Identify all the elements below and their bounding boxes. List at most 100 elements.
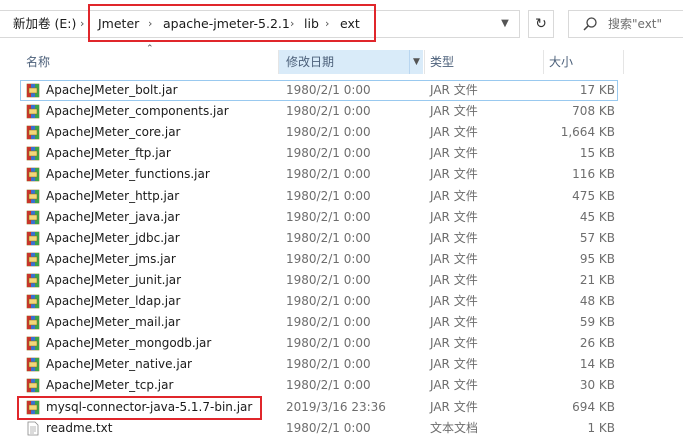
file-name[interactable]: readme.txt xyxy=(46,418,112,439)
file-size: 21 KB xyxy=(579,272,615,287)
file-type: JAR 文件 xyxy=(430,125,478,140)
file-type: JAR 文件 xyxy=(430,167,478,182)
file-row[interactable]: ApacheJMeter_jdbc.jar 1980/2/1 0:00 JAR 文件… xyxy=(0,228,683,249)
file-row[interactable]: ApacheJMeter_bolt.jar 1980/2/1 0:00 JAR 文件… xyxy=(0,80,683,101)
jar-icon xyxy=(26,104,40,119)
file-size: 694 KB xyxy=(572,399,615,414)
file-row[interactable]: ApacheJMeter_ftp.jar 1980/2/1 0:00 JAR 文件 1… xyxy=(0,143,683,164)
jar-icon xyxy=(26,83,40,98)
file-row[interactable]: ApacheJMeter_mail.jar 1980/2/1 0:00 JAR 文件… xyxy=(0,312,683,333)
file-size: 48 KB xyxy=(579,294,615,308)
file-type: JAR 文件 xyxy=(430,399,478,414)
file-size: 95 KB xyxy=(579,251,615,266)
file-name[interactable]: ApacheJMeter_core.jar xyxy=(46,122,181,143)
file-date: 1980/2/1 0:00 xyxy=(286,357,371,372)
file-size: 45 KB xyxy=(579,209,615,224)
file-date: 1980/2/1 0:00 xyxy=(286,420,371,435)
column-divider[interactable] xyxy=(424,50,425,74)
file-type: JAR 文件 xyxy=(430,336,478,351)
file-date: 1980/2/1 0:00 xyxy=(286,209,371,224)
chevron-down-icon[interactable]: ▼ xyxy=(497,16,513,32)
column-header-size[interactable]: 大小 xyxy=(549,50,573,74)
file-type: JAR 文件 xyxy=(430,209,478,224)
file-name[interactable]: ApacheJMeter_mail.jar xyxy=(46,312,180,333)
file-row[interactable]: readme.txt 1980/2/1 0:00 文本文档 1 KB xyxy=(0,418,683,439)
file-date: 2019/3/16 23:36 xyxy=(286,399,386,414)
file-date: 1980/2/1 0:00 xyxy=(286,83,371,97)
file-size: 30 KB xyxy=(579,378,615,393)
jar-icon xyxy=(26,315,40,330)
annotation-highlight-mysql-jar xyxy=(17,396,262,420)
file-name[interactable]: ApacheJMeter_native.jar xyxy=(46,354,192,375)
file-date: 1980/2/1 0:00 xyxy=(286,378,371,393)
file-row[interactable]: ApacheJMeter_mongodb.jar 1980/2/1 0:00 JAR… xyxy=(0,333,683,354)
refresh-icon[interactable]: ↻ xyxy=(528,10,554,38)
file-date: 1980/2/1 0:00 xyxy=(286,125,371,140)
jar-icon xyxy=(26,357,40,372)
file-name[interactable]: ApacheJMeter_ldap.jar xyxy=(46,291,180,312)
chevron-down-icon[interactable]: ▼ xyxy=(409,50,423,74)
column-header-type[interactable]: 类型 xyxy=(430,50,454,74)
file-size: 14 KB xyxy=(579,357,615,372)
breadcrumb-drive[interactable]: 新加卷 (E:) xyxy=(13,16,76,32)
search-icon xyxy=(583,17,597,31)
file-type: JAR 文件 xyxy=(430,104,478,119)
column-divider[interactable] xyxy=(543,50,544,74)
search-placeholder: 搜索"ext" xyxy=(608,17,663,31)
file-size: 57 KB xyxy=(579,230,615,245)
file-date: 1980/2/1 0:00 xyxy=(286,104,371,119)
file-name[interactable]: ApacheJMeter_java.jar xyxy=(46,207,180,228)
file-row[interactable]: ApacheJMeter_tcp.jar 1980/2/1 0:00 JAR 文件 3… xyxy=(0,375,683,396)
file-size: 17 KB xyxy=(579,83,615,97)
file-date: 1980/2/1 0:00 xyxy=(286,188,371,203)
address-bar-row: 新加卷 (E:) › Jmeter › apache-jmeter-5.2.1 … xyxy=(0,0,683,48)
file-name[interactable]: ApacheJMeter_bolt.jar xyxy=(46,80,178,101)
column-header-name[interactable]: 名称 xyxy=(26,50,50,74)
file-name[interactable]: ApacheJMeter_http.jar xyxy=(46,186,179,207)
file-date: 1980/2/1 0:00 xyxy=(286,251,371,266)
file-size: 475 KB xyxy=(572,188,615,203)
jar-icon xyxy=(26,125,40,140)
file-name[interactable]: ApacheJMeter_ftp.jar xyxy=(46,143,171,164)
jar-icon xyxy=(26,231,40,246)
file-type: 文本文档 xyxy=(430,420,479,435)
file-name[interactable]: ApacheJMeter_jms.jar xyxy=(46,249,176,270)
file-row[interactable]: ApacheJMeter_junit.jar 1980/2/1 0:00 JAR 文… xyxy=(0,270,683,291)
file-type: JAR 文件 xyxy=(430,146,478,161)
file-type: JAR 文件 xyxy=(430,357,478,372)
jar-icon xyxy=(26,378,40,393)
column-header-date[interactable]: 修改日期 xyxy=(286,50,334,74)
file-row[interactable]: ApacheJMeter_components.jar 1980/2/1 0:00… xyxy=(0,101,683,122)
file-name[interactable]: ApacheJMeter_jdbc.jar xyxy=(46,228,180,249)
file-type: JAR 文件 xyxy=(430,378,478,393)
file-date: 1980/2/1 0:00 xyxy=(286,336,371,351)
file-row[interactable]: ApacheJMeter_http.jar 1980/2/1 0:00 JAR 文件… xyxy=(0,186,683,207)
breadcrumb-separator-icon[interactable]: › xyxy=(80,16,84,32)
file-type: JAR 文件 xyxy=(430,251,478,266)
file-row[interactable]: ApacheJMeter_core.jar 1980/2/1 0:00 JAR 文件… xyxy=(0,122,683,143)
file-row[interactable]: ApacheJMeter_functions.jar 1980/2/1 0:00 J… xyxy=(0,164,683,185)
file-date: 1980/2/1 0:00 xyxy=(286,294,371,308)
file-row[interactable]: ApacheJMeter_native.jar 1980/2/1 0:00 JAR … xyxy=(0,354,683,375)
annotation-highlight-path xyxy=(88,4,376,42)
jar-icon xyxy=(26,189,40,204)
file-date: 1980/2/1 0:00 xyxy=(286,146,371,161)
file-name[interactable]: ApacheJMeter_junit.jar xyxy=(46,270,181,291)
text-file-icon xyxy=(26,421,40,436)
file-name[interactable]: ApacheJMeter_functions.jar xyxy=(46,164,210,185)
file-size: 59 KB xyxy=(579,315,615,330)
file-name[interactable]: ApacheJMeter_mongodb.jar xyxy=(46,333,211,354)
file-type: JAR 文件 xyxy=(430,272,478,287)
column-divider[interactable] xyxy=(623,50,624,74)
file-size: 26 KB xyxy=(579,336,615,351)
file-date: 1980/2/1 0:00 xyxy=(286,167,371,182)
file-date: 1980/2/1 0:00 xyxy=(286,272,371,287)
jar-icon xyxy=(26,210,40,225)
file-row[interactable]: ApacheJMeter_jms.jar 1980/2/1 0:00 JAR 文件 9… xyxy=(0,249,683,270)
file-date: 1980/2/1 0:00 xyxy=(286,230,371,245)
file-name[interactable]: ApacheJMeter_tcp.jar xyxy=(46,375,173,396)
file-name[interactable]: ApacheJMeter_components.jar xyxy=(46,101,229,122)
jar-icon xyxy=(26,252,40,267)
file-row[interactable]: ApacheJMeter_ldap.jar 1980/2/1 0:00 JAR 文件… xyxy=(0,291,683,312)
file-row[interactable]: ApacheJMeter_java.jar 1980/2/1 0:00 JAR 文件… xyxy=(0,207,683,228)
